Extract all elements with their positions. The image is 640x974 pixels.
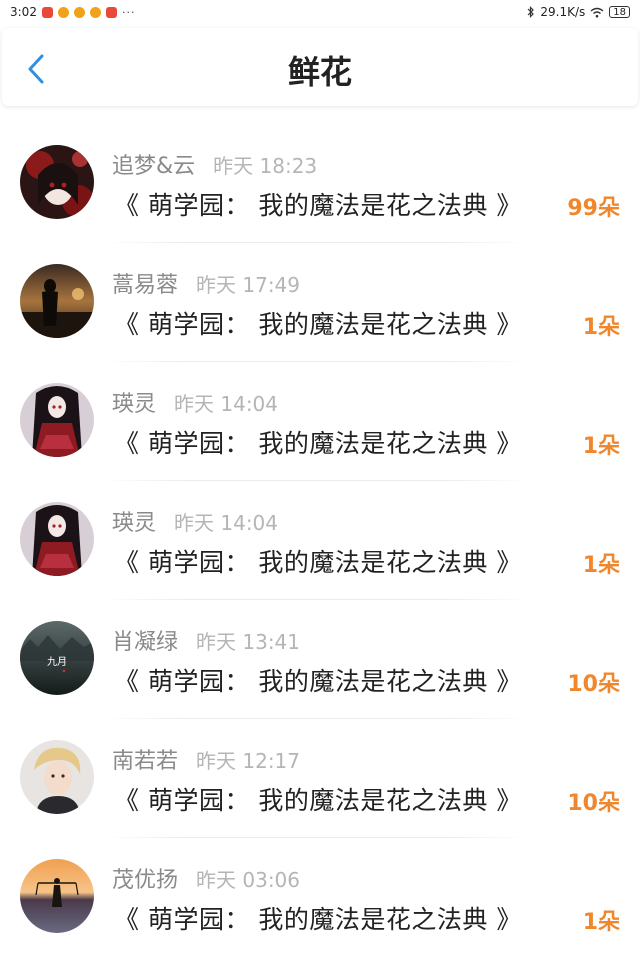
book-title[interactable]: 《 萌学园： 我的魔法是花之法典 》: [114, 186, 522, 222]
network-speed: 29.1K/s: [540, 5, 586, 19]
book-title[interactable]: 《 萌学园： 我的魔法是花之法典 》: [114, 900, 522, 936]
timestamp: 昨天 13:41: [196, 630, 301, 654]
user-name[interactable]: 蒿易蓉: [112, 267, 178, 299]
item-meta: 茂优扬 昨天 03:06: [112, 862, 300, 894]
avatar[interactable]: [20, 740, 94, 814]
timestamp: 昨天 14:04: [174, 392, 279, 416]
user-name[interactable]: 瑛灵: [112, 386, 156, 418]
more-notifications-icon: ···: [121, 5, 136, 19]
flower-count: 10朵: [567, 672, 620, 697]
flower-count: 1朵: [582, 910, 620, 935]
status-left: 3:02 ···: [10, 5, 135, 19]
item-meta: 蒿易蓉 昨天 17:49: [112, 267, 300, 299]
timestamp: 昨天 17:49: [196, 273, 301, 297]
weibo-notification-icon: [57, 6, 69, 18]
header-bar: 鲜花: [2, 28, 638, 106]
item-meta: 追梦&云 昨天 18:23: [112, 148, 317, 180]
list-item[interactable]: 蒿易蓉 昨天 17:49 《 萌学园： 我的魔法是花之法典 》 1朵: [0, 243, 640, 362]
page-title: 鲜花: [287, 53, 352, 91]
flower-count: 10朵: [567, 791, 620, 816]
timestamp: 昨天 03:06: [196, 868, 301, 892]
user-name[interactable]: 追梦&云: [112, 148, 195, 180]
battery-icon: 18: [609, 6, 630, 18]
avatar-text: 九月: [47, 656, 67, 668]
list-item[interactable]: 追梦&云 昨天 18:23 《 萌学园： 我的魔法是花之法典 》 99朵: [0, 124, 640, 243]
timestamp: 昨天 14:04: [174, 511, 279, 535]
flower-record-list: 追梦&云 昨天 18:23 《 萌学园： 我的魔法是花之法典 》 99朵 蒿易蓉…: [0, 124, 640, 957]
item-meta: 肖凝绿 昨天 13:41: [112, 624, 300, 656]
list-item[interactable]: 茂优扬 昨天 03:06 《 萌学园： 我的魔法是花之法典 》 1朵: [0, 838, 640, 957]
timestamp: 昨天 12:17: [196, 749, 301, 773]
user-name[interactable]: 南若若: [112, 743, 178, 775]
list-item[interactable]: 南若若 昨天 12:17 《 萌学园： 我的魔法是花之法典 》 10朵: [0, 719, 640, 838]
book-title[interactable]: 《 萌学园： 我的魔法是花之法典 》: [114, 424, 522, 460]
app-notification-icon: [105, 6, 117, 18]
list-item[interactable]: 瑛灵 昨天 14:04 《 萌学园： 我的魔法是花之法典 》 1朵: [0, 362, 640, 481]
book-title[interactable]: 《 萌学园： 我的魔法是花之法典 》: [114, 662, 522, 698]
timestamp: 昨天 18:23: [213, 154, 318, 178]
avatar[interactable]: [20, 502, 94, 576]
user-name[interactable]: 瑛灵: [112, 505, 156, 537]
avatar[interactable]: [20, 383, 94, 457]
item-meta: 瑛灵 昨天 14:04: [112, 505, 278, 537]
wifi-icon: [590, 7, 604, 17]
book-title[interactable]: 《 萌学园： 我的魔法是花之法典 》: [114, 543, 522, 579]
book-title[interactable]: 《 萌学园： 我的魔法是花之法典 》: [114, 305, 522, 341]
avatar[interactable]: [20, 859, 94, 933]
item-meta: 瑛灵 昨天 14:04: [112, 386, 278, 418]
avatar[interactable]: [20, 264, 94, 338]
flower-count: 99朵: [567, 196, 620, 221]
item-meta: 南若若 昨天 12:17: [112, 743, 300, 775]
bluetooth-icon: [527, 6, 535, 18]
flower-count: 1朵: [582, 434, 620, 459]
book-title[interactable]: 《 萌学园： 我的魔法是花之法典 》: [114, 781, 522, 817]
clock: 3:02: [10, 5, 37, 19]
weibo-notification-icon: [73, 6, 85, 18]
status-bar: 3:02 ··· 29.1K/s 18: [0, 0, 640, 24]
flower-count: 1朵: [582, 315, 620, 340]
status-right: 29.1K/s 18: [527, 5, 630, 19]
avatar[interactable]: 九月: [20, 621, 94, 695]
weibo-notification-icon: [89, 6, 101, 18]
list-item[interactable]: 瑛灵 昨天 14:04 《 萌学园： 我的魔法是花之法典 》 1朵: [0, 481, 640, 600]
user-name[interactable]: 茂优扬: [112, 862, 178, 894]
list-item[interactable]: 九月 肖凝绿 昨天 13:41 《 萌学园： 我的魔法是花之法典 》 10朵: [0, 600, 640, 719]
app-notification-icon: [41, 6, 53, 18]
flower-count: 1朵: [582, 553, 620, 578]
user-name[interactable]: 肖凝绿: [112, 624, 178, 656]
avatar[interactable]: [20, 145, 94, 219]
